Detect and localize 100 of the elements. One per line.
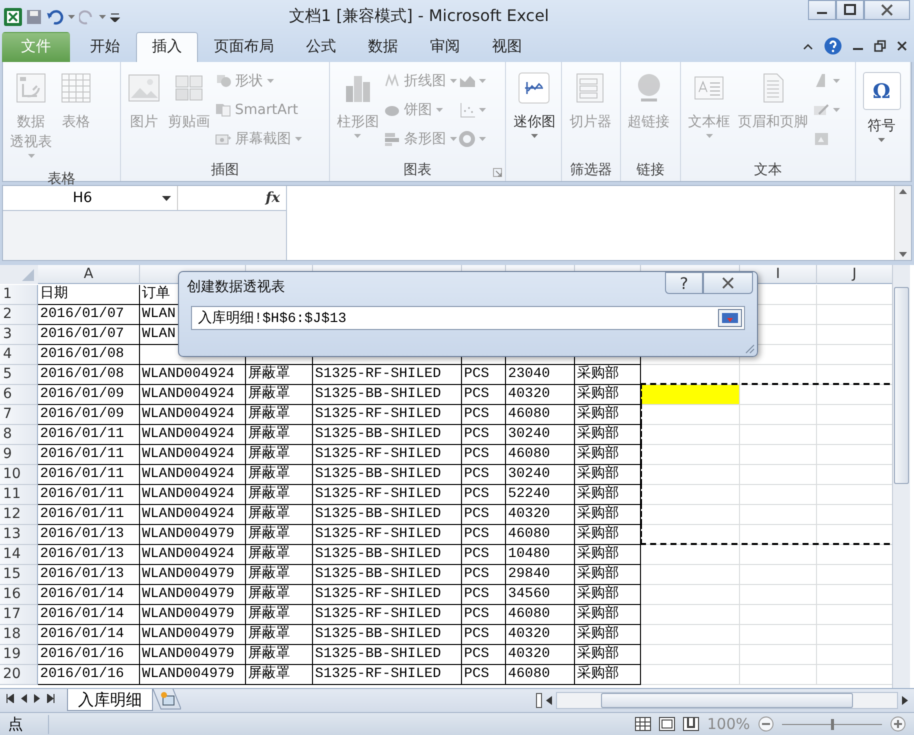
- table-cell: 屏蔽罩: [246, 545, 313, 565]
- table-cell: 2016/01/14: [38, 625, 140, 645]
- table-cell: PCS: [462, 365, 506, 385]
- table-cell: 40320: [506, 645, 575, 665]
- button-label: 迷你图: [513, 113, 556, 132]
- table-cell: 10480: [506, 545, 575, 565]
- table-cell: 采购部: [575, 565, 641, 585]
- table-cell: WLAND004924: [140, 465, 246, 485]
- table-cell: WLAND004979: [140, 525, 246, 545]
- table-cell: 2016/01/16: [38, 665, 140, 685]
- status-mode: 点: [8, 714, 49, 734]
- table-cell: 采购部: [575, 465, 641, 485]
- table-cell: 采购部: [575, 545, 641, 565]
- table-cell: 屏蔽罩: [246, 465, 313, 485]
- table-cell: 29840: [506, 565, 575, 585]
- table-cell: PCS: [462, 505, 506, 525]
- table-cell: S1325-BB-SHILED: [313, 385, 462, 405]
- table-cell: 屏蔽罩: [246, 585, 313, 605]
- table-cell: PCS: [462, 385, 506, 405]
- button-label: 数据: [17, 113, 45, 132]
- table-cell: WLAND004924: [140, 425, 246, 445]
- table-cell: WLAND004924: [140, 505, 246, 525]
- omega-icon: Ω: [872, 79, 890, 103]
- table-cell: S1325-RF-SHILED: [313, 665, 462, 685]
- table-cell: PCS: [462, 445, 506, 465]
- table-cell: 采购部: [575, 525, 641, 545]
- table-cell: 30240: [506, 465, 575, 485]
- table-cell: 2016/01/13: [38, 525, 140, 545]
- table-cell: 屏蔽罩: [246, 405, 313, 425]
- table-cell: 屏蔽罩: [246, 625, 313, 645]
- table-cell: 日期: [38, 285, 140, 305]
- table-cell: 2016/01/11: [38, 505, 140, 525]
- button-label: 表格: [62, 113, 90, 132]
- table-cell: PCS: [462, 645, 506, 665]
- table-cell: S1325-BB-SHILED: [313, 505, 462, 525]
- table-cell: S1325-BB-SHILED: [313, 565, 462, 585]
- button-label: 折线图: [404, 72, 446, 90]
- table-cell: 30240: [506, 425, 575, 445]
- group-label: 筛选器: [570, 162, 612, 178]
- table-cell: 采购部: [575, 425, 641, 445]
- table-cell: WLAND004924: [140, 445, 246, 465]
- table-cell: PCS: [462, 425, 506, 445]
- table-cell: 采购部: [575, 645, 641, 665]
- table-cell: WLAND004979: [140, 645, 246, 665]
- table-cell: S1325-RF-SHILED: [313, 405, 462, 425]
- table-cell: S1325-RF-SHILED: [313, 605, 462, 625]
- table-cell: PCS: [462, 485, 506, 505]
- table-cell: 2016/01/14: [38, 585, 140, 605]
- table-cell: 采购部: [575, 445, 641, 465]
- table-cell: WLAND004979: [140, 605, 246, 625]
- table-cell: 2016/01/08: [38, 365, 140, 385]
- table-cell: S1325-RF-SHILED: [313, 365, 462, 385]
- table-cell: 2016/01/09: [38, 385, 140, 405]
- table-cell: 2016/01/11: [38, 445, 140, 465]
- button-label: 页眉和页脚: [738, 113, 808, 132]
- button-label: 柱形图: [336, 113, 379, 132]
- table-cell: PCS: [462, 545, 506, 565]
- table-cell: S1325-BB-SHILED: [313, 625, 462, 645]
- table-cell: 屏蔽罩: [246, 385, 313, 405]
- table-cell: 23040: [506, 365, 575, 385]
- table-cell: 40320: [506, 385, 575, 405]
- table-cell: 采购部: [575, 605, 641, 625]
- button-label: 饼图: [404, 100, 432, 118]
- table-cell: PCS: [462, 565, 506, 585]
- table-cell: S1325-BB-SHILED: [313, 465, 462, 485]
- table-cell: 采购部: [575, 405, 641, 425]
- table-cell: 40320: [506, 505, 575, 525]
- button-label: 切片器: [569, 113, 612, 132]
- table-cell: 采购部: [575, 505, 641, 525]
- table-cell: 34560: [506, 585, 575, 605]
- button-label: 文本框: [688, 113, 730, 132]
- table-cell: 2016/01/08: [38, 345, 140, 365]
- table-cell: WLAND004924: [140, 545, 246, 565]
- table-cell: 采购部: [575, 365, 641, 385]
- group-label: 插图: [210, 162, 239, 178]
- table-cell: 屏蔽罩: [246, 565, 313, 585]
- table-cell: 屏蔽罩: [246, 365, 313, 385]
- table-cell: 屏蔽罩: [246, 425, 313, 445]
- button-label: 符号: [868, 117, 896, 136]
- table-cell: S1325-RF-SHILED: [313, 445, 462, 465]
- table-cell: 屏蔽罩: [246, 485, 313, 505]
- table-cell: 屏蔽罩: [246, 445, 313, 465]
- table-cell: 采购部: [575, 485, 641, 505]
- button-label: SmartArt: [234, 102, 298, 118]
- table-cell: 52240: [506, 485, 575, 505]
- table-cell: WLAND004979: [140, 565, 246, 585]
- table-cell: PCS: [462, 625, 506, 645]
- table-cell: S1325-RF-SHILED: [313, 585, 462, 605]
- table-cell: 屏蔽罩: [246, 605, 313, 625]
- table-cell: PCS: [462, 585, 506, 605]
- button-label: 条形图: [404, 130, 446, 148]
- button-label: 图片: [130, 113, 158, 132]
- table-cell: 46080: [506, 445, 575, 465]
- table-cell: 屏蔽罩: [246, 645, 313, 665]
- table-cell: 2016/01/11: [38, 425, 140, 445]
- button-label: 透视表: [10, 133, 52, 152]
- group-label: 图表: [404, 162, 432, 178]
- table-cell: S1325-RF-SHILED: [313, 525, 462, 545]
- table-cell: 采购部: [575, 585, 641, 605]
- button-label: 剪贴画: [168, 113, 210, 132]
